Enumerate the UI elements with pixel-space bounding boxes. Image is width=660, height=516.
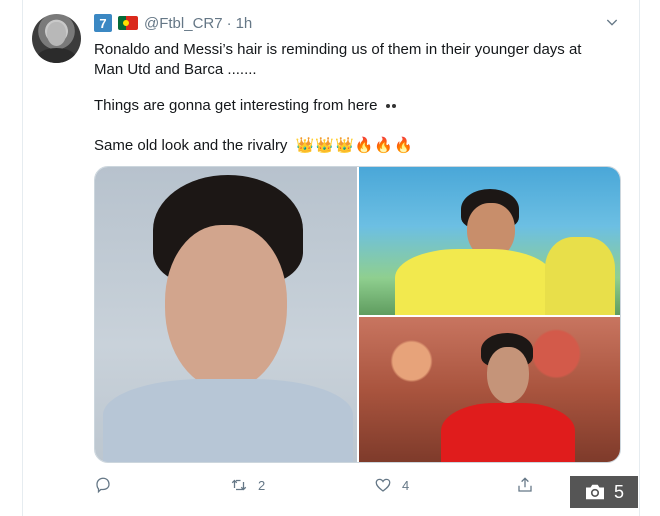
tweet-actions: 2 4: [94, 476, 554, 496]
photo-shirt: [103, 379, 353, 462]
photo-shirt: [441, 403, 575, 462]
crown-emoji-icon: 👑: [334, 137, 354, 155]
fire-emoji-icon: 🔥: [354, 137, 374, 155]
tweet-handle[interactable]: @Ftbl_CR7: [144, 15, 223, 32]
tweet-time[interactable]: 1h: [236, 15, 253, 32]
photo-count-badge: 5: [570, 476, 638, 508]
fire-emoji-icon: 🔥: [394, 137, 413, 155]
retweet-icon: [231, 479, 247, 491]
tweet-text-line4: Same old look and the rivalry: [94, 137, 288, 154]
share-icon: [518, 477, 532, 492]
chevron-down-icon[interactable]: [604, 14, 620, 30]
photo-messi[interactable]: [359, 167, 620, 315]
like-count: 4: [402, 477, 410, 493]
photo-face: [487, 347, 529, 403]
fire-emoji-icon: 🔥: [374, 137, 394, 155]
emoji-row: 👑 👑 👑 🔥 🔥 🔥: [296, 136, 414, 156]
tweet-text-line3: Things are gonna get interesting from he…: [94, 97, 378, 114]
avatar-shirt: [37, 48, 76, 63]
retweet-count: 2: [258, 477, 266, 493]
crown-emoji-icon: 👑: [315, 137, 334, 155]
reply-icon: [96, 477, 110, 494]
like-button[interactable]: 4: [374, 476, 409, 494]
portugal-flag-icon: [118, 16, 138, 30]
tweet-text-line2: Man Utd and Barca .......: [94, 61, 257, 78]
reply-button[interactable]: [94, 476, 122, 494]
photo-count: 5: [613, 481, 624, 502]
photo-ronaldo-selfie[interactable]: [95, 167, 357, 462]
separator: ·: [226, 14, 232, 32]
avatar[interactable]: [32, 14, 81, 63]
tweet-header: 7 @Ftbl_CR7 · 1h: [94, 12, 252, 34]
tweet-text-line3-wrap: Things are gonna get interesting from he…: [94, 96, 396, 116]
avatar-face: [47, 22, 66, 46]
photo-face: [165, 225, 287, 390]
like-icon: [375, 478, 391, 492]
retweet-button[interactable]: 2: [230, 476, 265, 494]
eyes-emoji-icon: [385, 104, 396, 109]
tweet-text-line4-wrap: Same old look and the rivalry 👑 👑 👑 🔥 🔥 …: [94, 136, 414, 156]
photo-young-ronaldo[interactable]: [359, 317, 620, 462]
share-button[interactable]: [516, 476, 534, 494]
tweet-text-line1: Ronaldo and Messi’s hair is reminding us…: [94, 41, 582, 58]
photo-teammate-shirt: [545, 237, 615, 315]
media-grid: [94, 166, 621, 463]
photo-shirt: [395, 249, 553, 315]
crown-emoji-icon: 👑: [295, 137, 315, 155]
camera-icon: [585, 484, 604, 500]
number-badge-icon: 7: [94, 14, 112, 32]
